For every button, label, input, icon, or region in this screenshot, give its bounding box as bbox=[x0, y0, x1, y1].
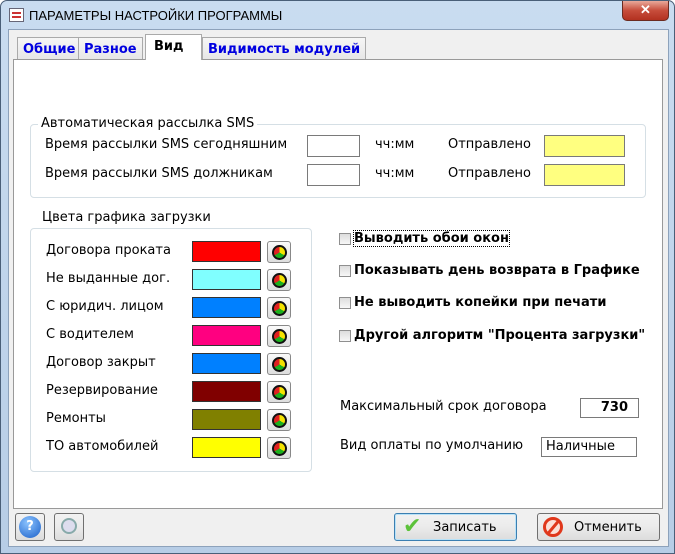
load-algorithm-label[interactable]: Другой алгоритм "Процента загрузки" bbox=[354, 328, 645, 343]
cancel-button[interactable]: Отменить bbox=[537, 513, 660, 541]
color-picker-button[interactable] bbox=[267, 353, 291, 375]
color-picker-button[interactable] bbox=[267, 409, 291, 431]
tab-module-visibility[interactable]: Видимость модулей bbox=[202, 37, 367, 60]
save-button[interactable]: ✔ Записать bbox=[394, 513, 517, 541]
color-picker-button[interactable] bbox=[267, 297, 291, 319]
no-kopecks-checkbox[interactable] bbox=[339, 297, 351, 309]
color-label: Резервирование bbox=[46, 383, 158, 398]
color-picker-button[interactable] bbox=[267, 241, 291, 263]
tab-view[interactable]: Вид bbox=[145, 34, 202, 60]
sms-debtors-time-input[interactable] bbox=[307, 164, 360, 186]
return-day-label[interactable]: Показывать день возврата в Графике bbox=[354, 263, 640, 278]
payment-label: Вид оплаты по умолчанию bbox=[340, 438, 524, 453]
sms-debtors-label: Время рассылки SMS должникам bbox=[45, 166, 273, 181]
sms-today-unit: чч:мм bbox=[375, 137, 415, 152]
color-picker-button[interactable] bbox=[267, 269, 291, 291]
window-title: ПАРАМЕТРЫ НАСТРОЙКИ ПРОГРАММЫ bbox=[29, 8, 283, 23]
color-wheel-icon bbox=[272, 413, 287, 428]
color-label: С юридич. лицом bbox=[46, 299, 164, 314]
cancel-icon bbox=[543, 517, 563, 537]
color-label: ТО автомобилей bbox=[46, 439, 159, 454]
sms-today-sent-label: Отправлено bbox=[448, 137, 531, 152]
color-wheel-icon bbox=[272, 245, 287, 260]
app-icon bbox=[9, 8, 24, 22]
max-term-label: Максимальный срок договора bbox=[340, 399, 547, 414]
sms-group-title: Автоматическая рассылка SMS bbox=[38, 116, 258, 131]
color-label: Не выданные дог. bbox=[46, 271, 171, 286]
color-swatch bbox=[192, 409, 261, 430]
color-wheel-icon bbox=[272, 273, 287, 288]
color-swatch bbox=[192, 353, 261, 374]
tab-misc[interactable]: Разное bbox=[78, 37, 143, 60]
color-label: Договор закрыт bbox=[46, 355, 156, 370]
clock-scroll-icon bbox=[61, 518, 77, 534]
wallpaper-checkbox[interactable] bbox=[339, 233, 351, 245]
sms-today-sent-field bbox=[544, 135, 625, 157]
color-label: Договора проката bbox=[46, 243, 171, 258]
sms-today-label: Время рассылки SMS сегодняшним bbox=[45, 137, 288, 152]
color-swatch bbox=[192, 241, 261, 262]
close-button[interactable]: ✕ bbox=[622, 1, 669, 21]
color-swatch bbox=[192, 437, 261, 458]
color-wheel-icon bbox=[272, 329, 287, 344]
help-icon: ? bbox=[19, 516, 41, 538]
checkmark-icon: ✔ bbox=[403, 514, 422, 539]
color-wheel-icon bbox=[272, 357, 287, 372]
colors-group bbox=[30, 228, 312, 472]
save-label: Записать bbox=[433, 520, 497, 535]
return-day-checkbox[interactable] bbox=[339, 265, 351, 277]
no-kopecks-label[interactable]: Не выводить копейки при печати bbox=[354, 295, 606, 310]
payment-select[interactable]: Наличные bbox=[541, 437, 637, 457]
clock-button[interactable] bbox=[54, 513, 84, 541]
tab-general[interactable]: Общие bbox=[17, 37, 82, 60]
color-picker-button[interactable] bbox=[267, 381, 291, 403]
color-label: С водителем bbox=[46, 327, 134, 342]
load-algorithm-checkbox[interactable] bbox=[339, 330, 351, 342]
color-picker-button[interactable] bbox=[267, 437, 291, 459]
max-term-input[interactable]: 730 bbox=[580, 398, 639, 418]
color-wheel-icon bbox=[272, 441, 287, 456]
color-swatch bbox=[192, 297, 261, 318]
color-wheel-icon bbox=[272, 301, 287, 316]
color-swatch bbox=[192, 381, 261, 402]
help-button[interactable]: ? bbox=[15, 513, 45, 541]
color-wheel-icon bbox=[272, 385, 287, 400]
sms-debtors-sent-field bbox=[544, 164, 625, 186]
color-picker-button[interactable] bbox=[267, 325, 291, 347]
cancel-label: Отменить bbox=[574, 520, 642, 535]
color-swatch bbox=[192, 269, 261, 290]
sms-debtors-sent-label: Отправлено bbox=[448, 166, 531, 181]
sms-debtors-unit: чч:мм bbox=[375, 166, 415, 181]
wallpaper-label[interactable]: Выводить обои окон bbox=[353, 230, 510, 247]
color-swatch bbox=[192, 325, 261, 346]
color-label: Ремонты bbox=[46, 411, 106, 426]
colors-group-title: Цвета графика загрузки bbox=[42, 210, 211, 225]
sms-today-time-input[interactable] bbox=[307, 135, 360, 157]
